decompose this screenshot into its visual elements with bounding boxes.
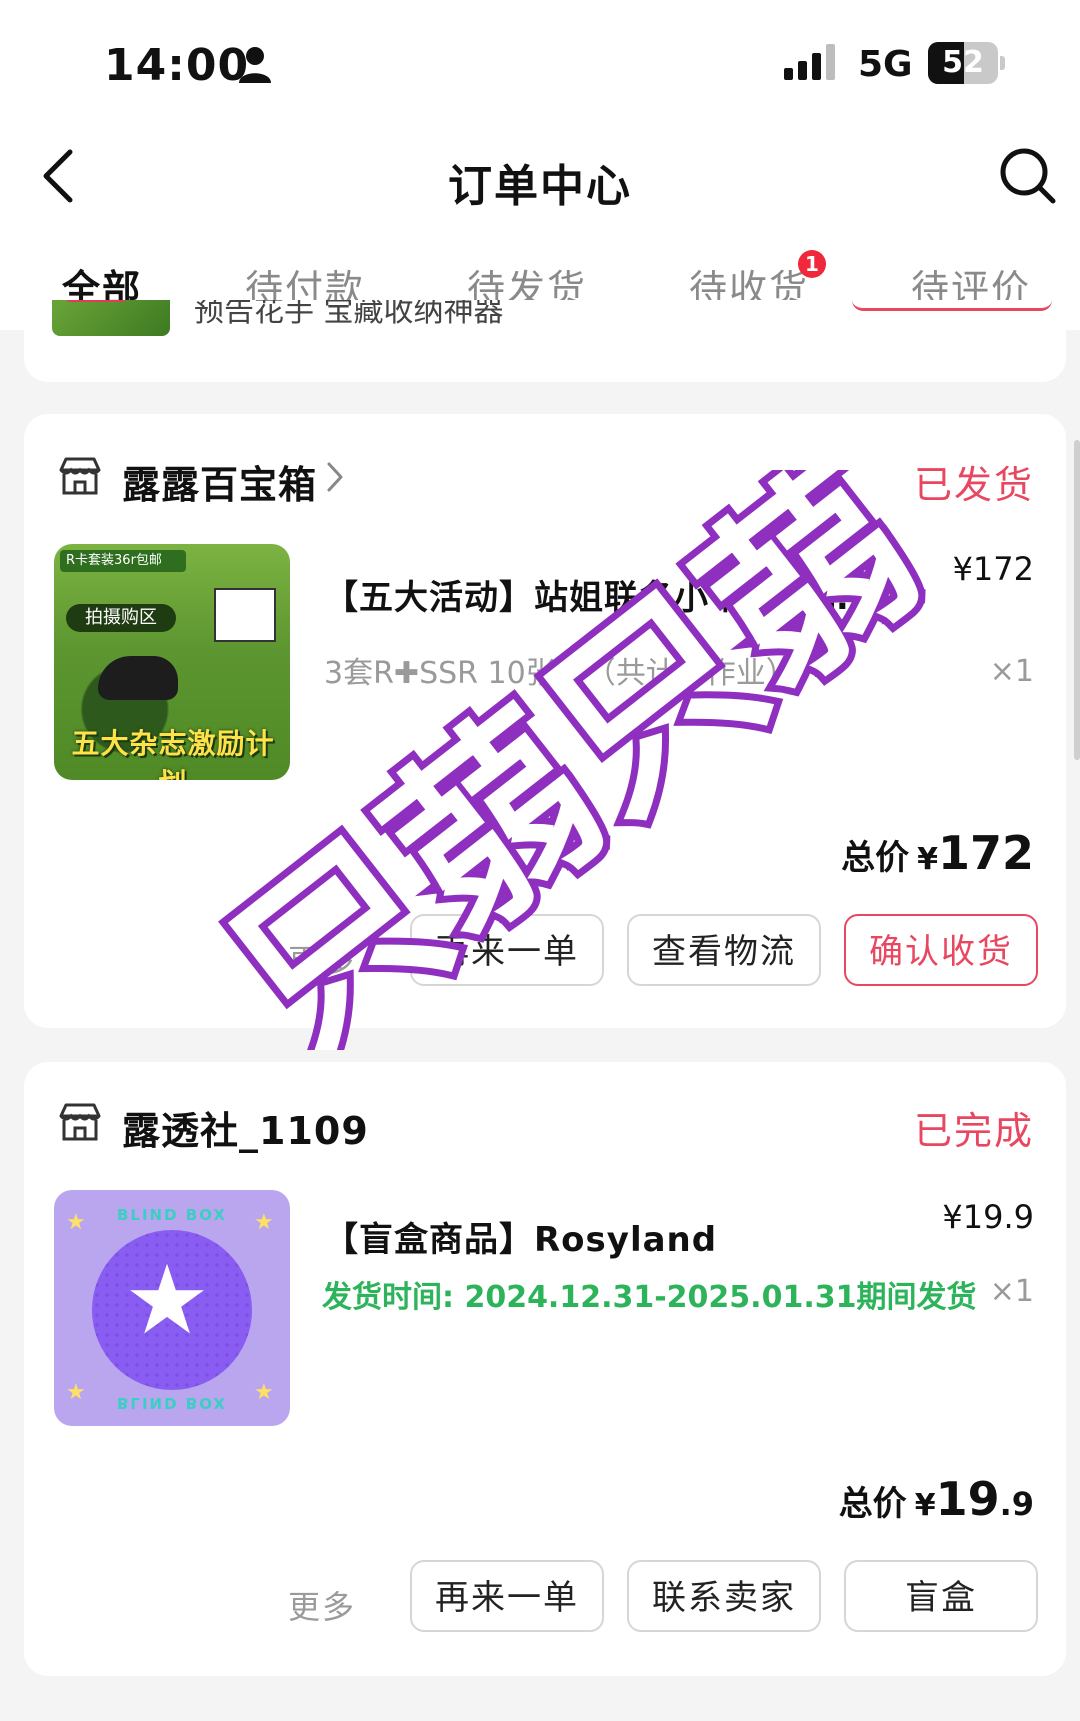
view-logistics-button[interactable]: 查看物流 — [627, 914, 821, 986]
order-card: 露露百宝箱 已发货 R卡套装36r包邮 拍摄购区 五大杂志激励计划 【五大活动】… — [24, 414, 1066, 1028]
star-icon: ★ — [124, 1244, 211, 1356]
more-link[interactable]: 更多 — [288, 1582, 356, 1628]
battery-level: 52 — [942, 45, 984, 80]
reorder-button[interactable]: 再来一单 — [410, 1560, 604, 1632]
person-icon — [239, 47, 271, 83]
product-image[interactable]: BLIND BOX ★ ★ ★ ★ ★ BLIND BOX — [54, 1190, 290, 1426]
ship-time: 发货时间: 2024.12.31-2025.01.31期间发货 — [322, 1280, 977, 1315]
search-icon[interactable] — [998, 146, 1058, 206]
order-total: 总价 ¥172 — [841, 826, 1034, 880]
product-image[interactable]: R卡套装36r包邮 拍摄购区 五大杂志激励计划 — [54, 544, 290, 780]
store-name[interactable]: 露透社_1109 — [122, 1100, 369, 1155]
blind-box-button[interactable]: 盲盒 — [844, 1560, 1038, 1632]
product-price: ¥172 — [952, 550, 1034, 588]
product-title[interactable]: 【五大活动】站姐联名小卡套组…提 — [324, 570, 884, 619]
partial-button[interactable] — [852, 300, 1052, 311]
tab-badge: 1 — [798, 250, 826, 278]
signal-icon — [784, 44, 835, 80]
page-title: 订单中心 — [448, 161, 632, 212]
reorder-button[interactable]: 再来一单 — [410, 914, 604, 986]
product-price: ¥19.9 — [942, 1198, 1034, 1236]
product-title[interactable]: 【盲盒商品】Rosyland — [324, 1212, 717, 1261]
product-qty: ×1 — [989, 654, 1034, 689]
back-icon[interactable] — [36, 146, 86, 206]
scrollbar[interactable] — [1074, 440, 1080, 760]
status-time: 14:00 — [104, 40, 250, 91]
confirm-receipt-button[interactable]: 确认收货 — [844, 914, 1038, 986]
order-total: 总价 ¥19.9 — [838, 1472, 1034, 1526]
partial-product-text: 预告花手 宝藏收纳神器 — [194, 300, 504, 329]
partial-order-card: 预告花手 宝藏收纳神器 — [24, 300, 1066, 382]
network-type: 5G — [858, 44, 913, 85]
order-card: 露透社_1109 已完成 BLIND BOX ★ ★ ★ ★ ★ BLIND B… — [24, 1062, 1066, 1676]
partial-product-image — [52, 300, 170, 336]
contact-seller-button[interactable]: 联系卖家 — [627, 1560, 821, 1632]
product-spec: 3套R✚SSR 10张卡（共计…作业） — [324, 656, 796, 691]
store-icon — [59, 457, 101, 495]
more-link[interactable]: 更多 — [288, 936, 356, 982]
chevron-right-icon[interactable] — [326, 460, 344, 494]
product-qty: ×1 — [989, 1274, 1034, 1309]
store-name[interactable]: 露露百宝箱 — [122, 454, 317, 509]
order-status: 已完成 — [913, 1109, 1034, 1153]
store-icon — [59, 1103, 101, 1141]
battery-icon: 52 — [928, 42, 1005, 84]
order-status: 已发货 — [913, 463, 1034, 507]
